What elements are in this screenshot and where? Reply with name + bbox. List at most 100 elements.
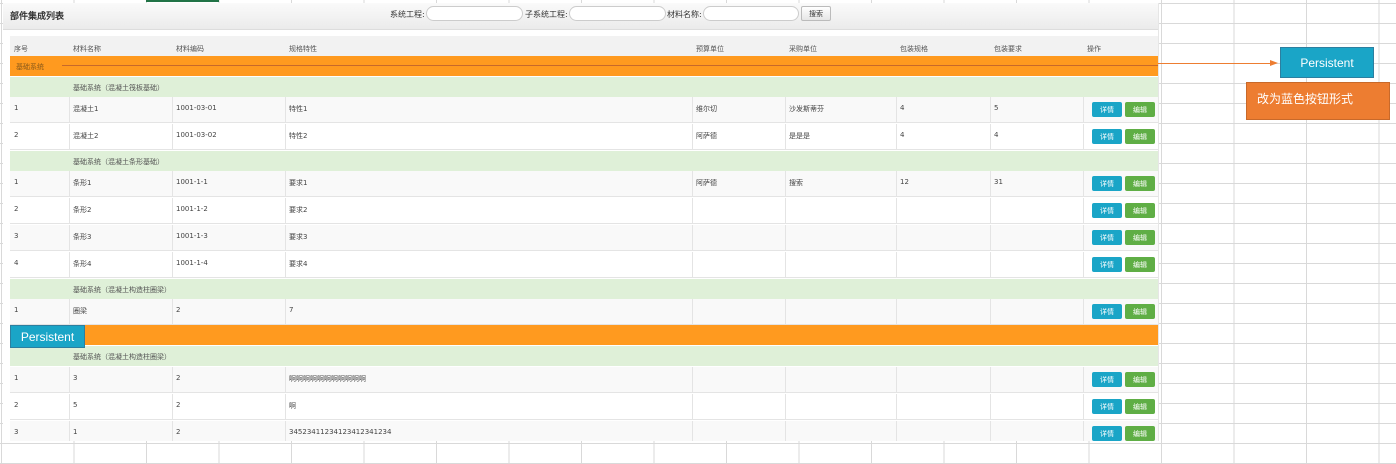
- persistent-button-overlay[interactable]: Persistent: [10, 325, 85, 348]
- system-row: 基础系统: [10, 56, 1158, 76]
- table-cell: 1: [14, 178, 19, 186]
- table-cell: 7: [289, 306, 294, 314]
- group-row-label: 基础系统（混凝土条形基础）: [73, 158, 164, 166]
- col-budget-unit: 预算单位: [696, 45, 724, 53]
- col-purchase-unit: 采购单位: [789, 45, 817, 53]
- group-row-label: 基础系统（混凝土构造柱圈梁）: [73, 286, 171, 294]
- table-cell: 要求4: [289, 260, 308, 268]
- edit-button[interactable]: 编辑: [1125, 203, 1155, 218]
- column-separator: [692, 124, 693, 149]
- table-cell: 1001-03-02: [176, 131, 217, 139]
- column-separator: [285, 252, 286, 277]
- detail-button[interactable]: 详情: [1092, 129, 1122, 144]
- edit-button[interactable]: 编辑: [1125, 372, 1155, 387]
- col-actions: 操作: [1087, 45, 1101, 53]
- table-cell: 沙发斯蒂芬: [789, 105, 824, 113]
- table-cell: 31: [994, 178, 1003, 186]
- persistent-button-annotation[interactable]: Persistent: [1280, 47, 1374, 78]
- edit-button[interactable]: 编辑: [1125, 257, 1155, 272]
- table-cell: 4: [900, 104, 905, 112]
- column-separator: [285, 124, 286, 149]
- table-cell: 1001-1-3: [176, 232, 208, 240]
- subsystem-filter-input[interactable]: [569, 6, 666, 21]
- table-cell: 5: [73, 401, 78, 409]
- search-button[interactable]: 搜索: [801, 6, 831, 21]
- column-separator: [172, 124, 173, 149]
- table-row: 2 混凝土2 1001-03-02 特性2 阿萨德 是是是 4 4 详情 编辑: [10, 124, 1158, 150]
- table-cell: 特性2: [289, 132, 308, 140]
- column-separator: [172, 225, 173, 250]
- table-row: 4 条形4 1001-1-4 要求4 详情 编辑: [10, 252, 1158, 278]
- col-index: 序号: [14, 45, 28, 53]
- table-cell: 条形3: [73, 233, 92, 241]
- column-separator: [172, 97, 173, 122]
- table-cell: 1001-1-2: [176, 205, 208, 213]
- edit-button[interactable]: 编辑: [1125, 230, 1155, 245]
- table-cell: 混凝土1: [73, 105, 99, 113]
- column-separator: [1083, 252, 1084, 277]
- table-cell: 4: [14, 259, 19, 267]
- column-separator: [692, 171, 693, 196]
- column-separator: [785, 97, 786, 122]
- table-cell: 混凝土2: [73, 132, 99, 140]
- column-separator: [896, 171, 897, 196]
- table-cell: 2: [14, 205, 19, 213]
- detail-button[interactable]: 详情: [1092, 372, 1122, 387]
- detail-button[interactable]: 详情: [1092, 230, 1122, 245]
- detail-button[interactable]: 详情: [1092, 399, 1122, 414]
- col-package-req: 包装要求: [994, 45, 1022, 53]
- table-cell: 1: [73, 428, 78, 436]
- panel-header: 部件集成列表 系统工程: 子系统工程: 材料名称: 搜索: [3, 3, 1158, 30]
- column-separator: [285, 421, 286, 441]
- edit-button[interactable]: 编辑: [1125, 176, 1155, 191]
- edit-button[interactable]: 编辑: [1125, 304, 1155, 319]
- column-separator: [1083, 421, 1084, 441]
- column-separator: [1083, 171, 1084, 196]
- table-cell: 34523411234123412341234: [289, 428, 392, 436]
- table-row: 1 混凝土1 1001-03-01 特性1 维尔切 沙发斯蒂芬 4 5 详情 编辑: [10, 97, 1158, 123]
- column-separator: [896, 252, 897, 277]
- column-separator: [172, 252, 173, 277]
- column-separator: [172, 421, 173, 441]
- system-filter-input[interactable]: [426, 6, 523, 21]
- column-separator: [990, 299, 991, 324]
- column-separator: [285, 225, 286, 250]
- column-separator: [69, 299, 70, 324]
- detail-button[interactable]: 详情: [1092, 426, 1122, 441]
- system-row: [10, 325, 1158, 345]
- column-separator: [785, 198, 786, 223]
- component-list-panel: 部件集成列表 系统工程: 子系统工程: 材料名称: 搜索 序号 材料名称 材料编…: [3, 3, 1159, 441]
- column-separator: [285, 394, 286, 419]
- column-separator: [692, 225, 693, 250]
- column-separator: [692, 252, 693, 277]
- column-separator: [1083, 225, 1084, 250]
- detail-button[interactable]: 详情: [1092, 102, 1122, 117]
- table-cell: 是是是: [789, 132, 810, 140]
- material-filter-input[interactable]: [703, 6, 799, 21]
- column-separator: [1083, 299, 1084, 324]
- detail-button[interactable]: 详情: [1092, 203, 1122, 218]
- group-row-label: 基础系统（混凝土筏板基础）: [73, 84, 164, 92]
- edit-button[interactable]: 编辑: [1125, 399, 1155, 414]
- edit-button[interactable]: 编辑: [1125, 102, 1155, 117]
- edit-button[interactable]: 编辑: [1125, 129, 1155, 144]
- annotation-arrow-head: [1270, 60, 1278, 66]
- column-separator: [785, 394, 786, 419]
- table-cell: 2: [176, 401, 181, 409]
- edit-button[interactable]: 编辑: [1125, 426, 1155, 441]
- table-row: 2 条形2 1001-1-2 要求2 详情 编辑: [10, 198, 1158, 224]
- column-separator: [69, 252, 70, 277]
- table-cell: 圈梁: [73, 307, 87, 315]
- detail-button[interactable]: 详情: [1092, 176, 1122, 191]
- column-separator: [69, 367, 70, 392]
- column-separator: [896, 421, 897, 441]
- column-separator: [785, 124, 786, 149]
- column-separator: [692, 299, 693, 324]
- column-separator: [69, 198, 70, 223]
- column-separator: [69, 171, 70, 196]
- table-cell: 条形2: [73, 206, 92, 214]
- table-cell: 要求2: [289, 206, 308, 214]
- detail-button[interactable]: 详情: [1092, 257, 1122, 272]
- detail-button[interactable]: 详情: [1092, 304, 1122, 319]
- table-cell: 1: [14, 306, 19, 314]
